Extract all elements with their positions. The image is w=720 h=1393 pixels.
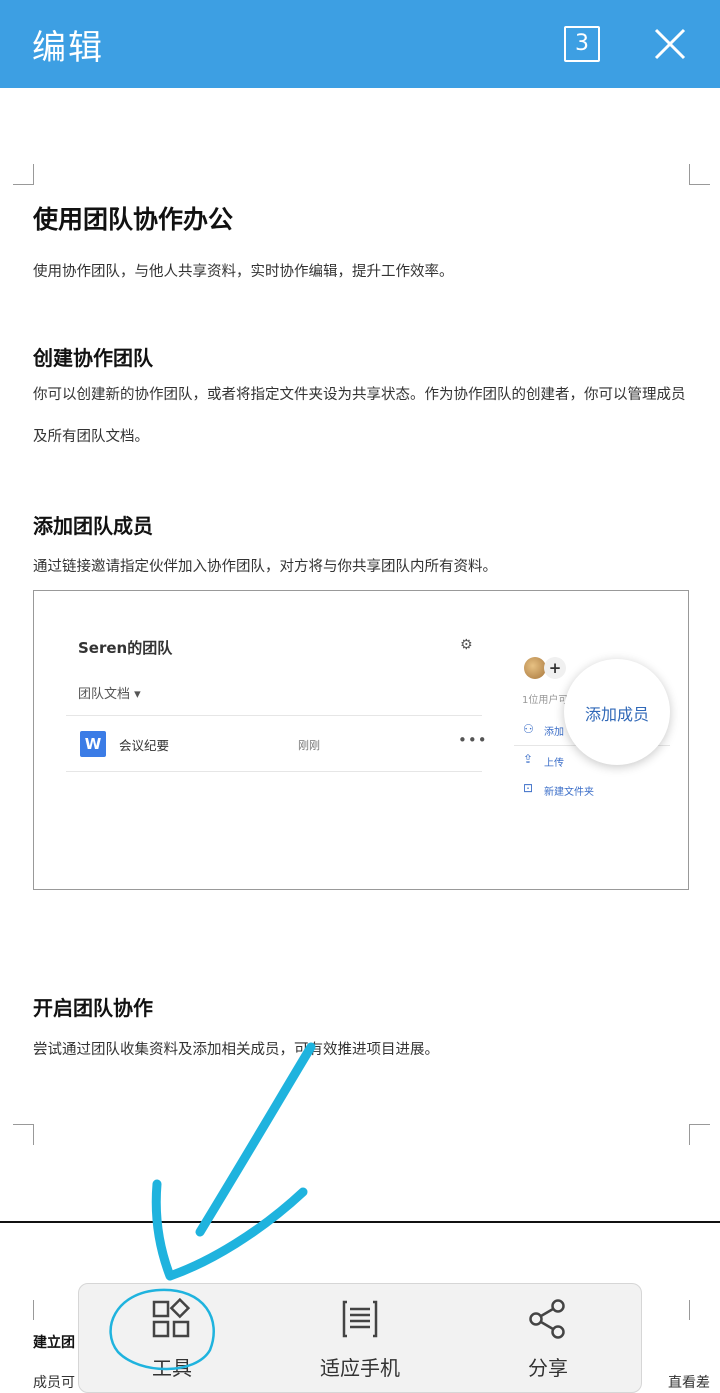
page-title: 编辑 [32, 28, 104, 68]
plus-icon: + [544, 657, 566, 679]
tools-label: 工具 [152, 1356, 192, 1380]
share-label: 分享 [528, 1356, 568, 1380]
new-folder-icon: ⊡ [523, 781, 534, 795]
crop-mark [689, 1300, 710, 1320]
close-button[interactable] [650, 24, 690, 64]
figure-action-new-folder: 新建文件夹 [544, 787, 594, 798]
section-body-add: 通过链接邀请指定伙伴加入协作团队，对方将与你共享团队内所有资料。 [33, 559, 497, 575]
gear-icon: ⚙ [460, 637, 473, 653]
figure-action-add: 添加 [544, 727, 564, 738]
figure-action-upload: 上传 [544, 758, 564, 769]
section-heading-add: 添加团队成员 [33, 514, 153, 538]
share-button[interactable]: 分享 [455, 1284, 641, 1384]
close-icon [654, 28, 686, 60]
next-page-heading: 建立团 [33, 1335, 75, 1351]
crop-mark [13, 164, 34, 185]
fit-phone-label: 适应手机 [320, 1356, 400, 1380]
tools-button[interactable]: 工具 [79, 1284, 265, 1384]
document-intro: 使用协作团队，与他人共享资料，实时协作编辑，提升工作效率。 [33, 264, 454, 280]
section-heading-collab: 开启团队协作 [33, 996, 153, 1020]
add-member-bubble: 添加成员 [564, 659, 670, 765]
tools-grid-icon [152, 1298, 191, 1338]
figure-docs-label: 团队文档 ▾ [78, 687, 141, 702]
share-icon [529, 1299, 565, 1339]
crop-mark [689, 164, 710, 185]
figure-team-name: Seren的团队 [78, 639, 173, 657]
more-icon: ••• [458, 731, 488, 749]
document-heading: 使用团队协作办公 [33, 205, 234, 234]
figure-file-time: 刚刚 [298, 739, 320, 752]
crop-mark [689, 1124, 710, 1145]
section-body-collab: 尝试通过团队收集资料及添加相关成员，可有效推进项目进展。 [33, 1042, 439, 1058]
next-page-line-end: 直看差 [668, 1375, 710, 1391]
next-page-line-start: 成员可 [33, 1375, 75, 1391]
crop-mark [13, 1124, 34, 1145]
fit-phone-button[interactable]: 适应手机 [265, 1284, 455, 1384]
figure-users-text: 1位用户可 [522, 695, 569, 706]
fit-phone-icon [342, 1300, 378, 1338]
page-break-line [0, 1221, 720, 1223]
crop-mark [13, 1300, 34, 1320]
divider [66, 715, 482, 716]
divider [66, 771, 482, 772]
upload-icon: ⇪ [523, 752, 534, 766]
avatar [524, 657, 546, 679]
bubble-label: 添加成员 [584, 705, 649, 724]
top-bar: 编辑 3 [0, 0, 720, 88]
section-body-create: 你可以创建新的协作团队，或者将指定文件夹设为共享状态。作为协作团队的创建者，你可… [33, 387, 686, 445]
illustration-figure: Seren的团队 ⚙ 团队文档 ▾ W 会议纪要 刚刚 ••• + 1位用户可 … [33, 590, 689, 890]
add-user-icon: ⚇ [523, 722, 534, 736]
figure-file-name: 会议纪要 [119, 738, 170, 753]
bottom-toolbar: 工具 适应手机 分享 [78, 1283, 642, 1393]
page-count-button[interactable]: 3 [564, 26, 600, 62]
word-file-icon: W [80, 731, 106, 757]
section-heading-create: 创建协作团队 [33, 346, 153, 370]
